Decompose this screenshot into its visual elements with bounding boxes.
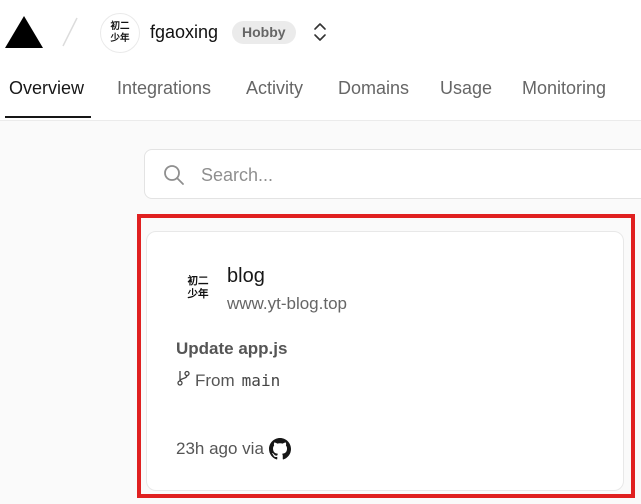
tab-monitoring[interactable]: Monitoring (522, 78, 606, 99)
team-avatar-line-1: 初二 (110, 21, 130, 33)
tab-overview[interactable]: Overview (9, 78, 84, 99)
top-navigation: 初二 少年 fgaoxing Hobby Overview Integratio… (0, 0, 641, 121)
project-avatar-line-1: 初二 (187, 274, 209, 287)
project-domain-link[interactable]: www.yt-blog.top (227, 294, 347, 314)
from-label: From (195, 370, 235, 390)
deployment-meta: 23h ago via (176, 438, 291, 460)
project-card[interactable]: 初二 少年 blog www.yt-blog.top Update app.js… (146, 231, 624, 491)
commit-message: Update app.js (176, 339, 288, 358)
github-icon[interactable] (268, 438, 291, 460)
git-branch-icon (176, 370, 191, 391)
search-box[interactable] (144, 149, 641, 199)
branch-info: From main (176, 370, 280, 391)
breadcrumb-separator-icon (60, 16, 80, 53)
plan-badge: Hobby (232, 21, 296, 44)
team-avatar[interactable]: 初二 少年 (100, 13, 140, 53)
deployment-time: 23h ago via (176, 439, 264, 458)
chevron-up-down-icon[interactable] (310, 21, 330, 48)
project-avatar-line-2: 少年 (187, 288, 209, 300)
team-avatar-line-2: 少年 (110, 33, 130, 44)
active-tab-indicator (5, 116, 91, 118)
team-name[interactable]: fgaoxing (150, 22, 218, 43)
triangle-logo-icon[interactable] (4, 14, 44, 55)
search-input[interactable] (199, 163, 641, 187)
branch-name[interactable]: main (242, 371, 281, 390)
tab-domains[interactable]: Domains (338, 78, 409, 99)
project-name[interactable]: blog (227, 265, 265, 288)
search-icon (163, 164, 185, 191)
tab-integrations[interactable]: Integrations (117, 78, 211, 99)
tab-usage[interactable]: Usage (440, 78, 492, 99)
tab-activity[interactable]: Activity (246, 78, 303, 99)
project-avatar: 初二 少年 (176, 266, 220, 310)
